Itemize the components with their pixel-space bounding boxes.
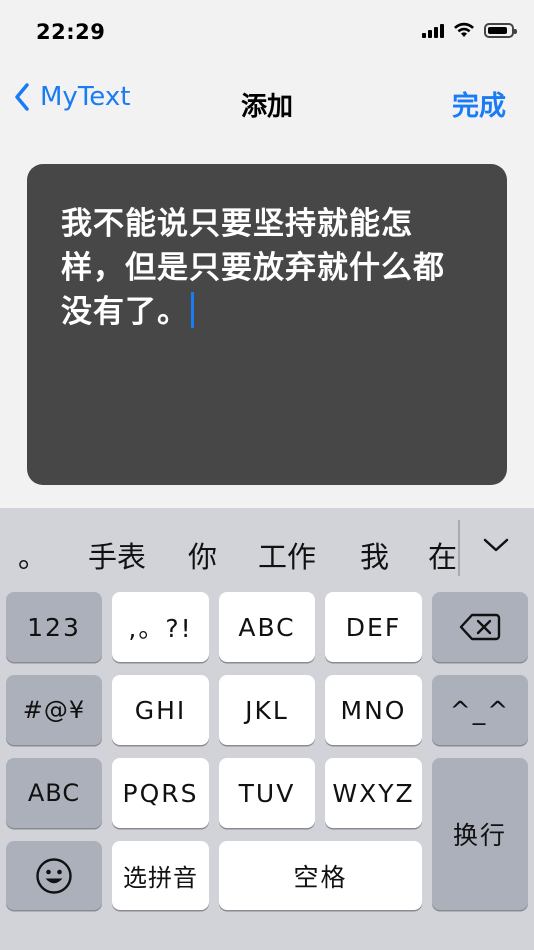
tuv-key[interactable]: TUV bbox=[219, 758, 315, 828]
pinyin-select-key[interactable]: 选拼音 bbox=[112, 841, 209, 910]
candidate-item[interactable]: 在 bbox=[428, 534, 457, 576]
punctuation-key[interactable]: ,。?! bbox=[112, 592, 209, 662]
backspace-icon bbox=[459, 613, 501, 641]
done-button[interactable]: 完成 bbox=[452, 84, 506, 123]
abc-mode-key[interactable]: ABC bbox=[6, 758, 102, 828]
emoticon-key[interactable]: ^_^ bbox=[432, 675, 528, 745]
pqrs-key[interactable]: PQRS bbox=[112, 758, 209, 828]
wifi-icon bbox=[454, 22, 474, 37]
wxyz-key[interactable]: WXYZ bbox=[325, 758, 422, 828]
jkl-key[interactable]: JKL bbox=[219, 675, 315, 745]
symbols-key[interactable]: #@¥ bbox=[6, 675, 102, 745]
status-icons bbox=[422, 22, 517, 38]
status-time: 22:29 bbox=[36, 20, 106, 44]
emoji-icon bbox=[36, 857, 72, 894]
navigation-bar: MyText 添加 完成 bbox=[0, 66, 534, 138]
candidate-divider bbox=[458, 520, 460, 576]
candidate-item[interactable]: 。 bbox=[18, 534, 47, 576]
status-bar: 22:29 bbox=[0, 0, 534, 66]
candidate-item[interactable]: 我 bbox=[360, 534, 389, 576]
battery-icon bbox=[484, 22, 517, 38]
space-key[interactable]: 空格 bbox=[219, 841, 422, 910]
ghi-key[interactable]: GHI bbox=[112, 675, 209, 745]
abc-key[interactable]: ABC bbox=[219, 592, 315, 662]
editor-text: 我不能说只要坚持就能怎样，但是只要放弃就什么都没有了。 bbox=[61, 206, 445, 330]
text-editor[interactable]: 我不能说只要坚持就能怎样，但是只要放弃就什么都没有了。 bbox=[27, 164, 507, 485]
candidate-bar: 。 手表 你 工作 我 在 bbox=[0, 508, 534, 592]
delete-key[interactable] bbox=[432, 592, 528, 662]
def-key[interactable]: DEF bbox=[325, 592, 422, 662]
mno-key[interactable]: MNO bbox=[325, 675, 422, 745]
text-caret bbox=[191, 292, 194, 328]
emoji-key[interactable] bbox=[6, 841, 102, 910]
return-key[interactable]: 换行 bbox=[432, 758, 528, 910]
candidate-item[interactable]: 工作 bbox=[258, 534, 316, 576]
chevron-down-icon[interactable] bbox=[482, 536, 510, 554]
screen: 22:29 MyText 添加 完成 我不能说只要坚持就能怎样，但是只要放弃就什… bbox=[0, 0, 534, 950]
numbers-key[interactable]: 123 bbox=[6, 592, 102, 662]
cellular-signal-icon bbox=[422, 23, 444, 38]
candidate-item[interactable]: 手表 bbox=[88, 534, 146, 576]
candidate-item[interactable]: 你 bbox=[188, 534, 217, 576]
keyboard: 。 手表 你 工作 我 在 123 ,。?! ABC DEF #@¥ GHI J… bbox=[0, 508, 534, 950]
